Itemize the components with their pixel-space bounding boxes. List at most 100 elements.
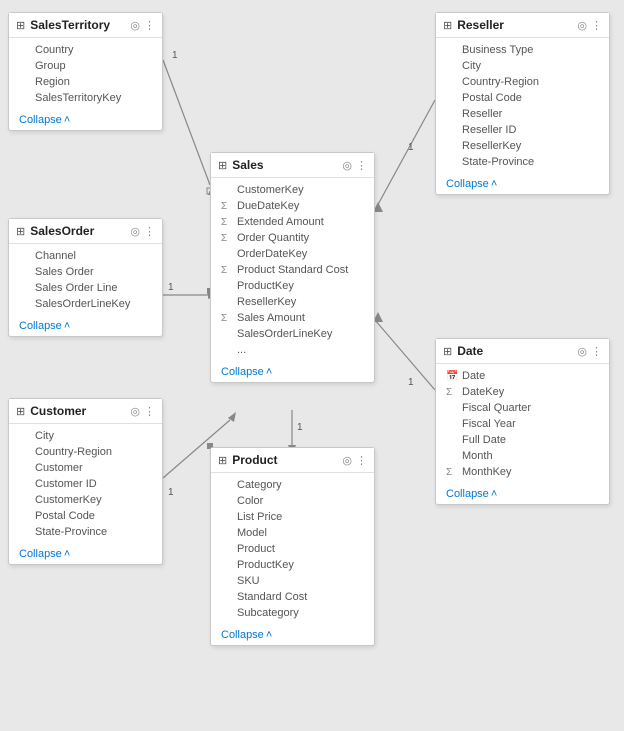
product-more-icon[interactable]: ⋮: [356, 454, 367, 467]
date-title: Date: [457, 344, 572, 358]
list-item: City: [436, 58, 609, 74]
list-item: Country-Region: [436, 74, 609, 90]
table-salesorder: ⊞ SalesOrder ◎ ⋮ Channel Sales Order Sal…: [8, 218, 163, 337]
list-item: SalesTerritoryKey: [9, 90, 162, 106]
sum-icon: Σ: [221, 313, 233, 324]
customer-header: ⊞ Customer ◎ ⋮: [9, 399, 162, 424]
list-item: Fiscal Quarter: [436, 400, 609, 416]
salesorder-body: Channel Sales Order Sales Order Line Sal…: [9, 244, 162, 316]
salesorder-more-icon[interactable]: ⋮: [144, 225, 155, 238]
list-item: List Price: [211, 509, 374, 525]
list-item: Channel: [9, 248, 162, 264]
salesterritory-collapse[interactable]: Collapse ˄: [9, 110, 162, 130]
list-item: ΣDateKey: [436, 384, 609, 400]
svg-text:1: 1: [297, 422, 303, 433]
list-item: ΣProduct Standard Cost: [211, 262, 374, 278]
list-item: Reseller ID: [436, 122, 609, 138]
list-item: 📅Date: [436, 368, 609, 384]
list-item: Model: [211, 525, 374, 541]
sum-icon: Σ: [221, 217, 233, 228]
table-icon-sales: ⊞: [218, 159, 227, 172]
sum-icon: Σ: [446, 467, 458, 478]
salesterritory-eye-icon[interactable]: ◎: [130, 19, 140, 32]
product-header: ⊞ Product ◎ ⋮: [211, 448, 374, 473]
list-item: City: [9, 428, 162, 444]
table-reseller: ⊞ Reseller ◎ ⋮ Business Type City Countr…: [435, 12, 610, 195]
svg-text:1: 1: [408, 377, 414, 388]
list-item: Full Date: [436, 432, 609, 448]
salesorder-collapse[interactable]: Collapse ˄: [9, 316, 162, 336]
list-item: Product: [211, 541, 374, 557]
customer-more-icon[interactable]: ⋮: [144, 405, 155, 418]
reseller-collapse[interactable]: Collapse ˄: [436, 174, 609, 194]
sales-title: Sales: [232, 158, 337, 172]
list-item: ΣOrder Quantity: [211, 230, 374, 246]
list-item: Group: [9, 58, 162, 74]
sum-icon: Σ: [221, 233, 233, 244]
list-item: ΣSales Amount: [211, 310, 374, 326]
list-item: Business Type: [436, 42, 609, 58]
table-customer: ⊞ Customer ◎ ⋮ City Country-Region Custo…: [8, 398, 163, 565]
list-item: Customer: [9, 460, 162, 476]
list-item: ΣExtended Amount: [211, 214, 374, 230]
salesterritory-body: Country Group Region SalesTerritoryKey: [9, 38, 162, 110]
list-item: State-Province: [436, 154, 609, 170]
date-more-icon[interactable]: ⋮: [591, 345, 602, 358]
list-item: Category: [211, 477, 374, 493]
reseller-header: ⊞ Reseller ◎ ⋮: [436, 13, 609, 38]
customer-collapse[interactable]: Collapse ˄: [9, 544, 162, 564]
table-product: ⊞ Product ◎ ⋮ Category Color List Price …: [210, 447, 375, 646]
salesorder-eye-icon[interactable]: ◎: [130, 225, 140, 238]
table-salesterritory: ⊞ SalesTerritory ◎ ⋮ Country Group Regio…: [8, 12, 163, 131]
svg-text:1: 1: [408, 142, 414, 153]
salesterritory-header: ⊞ SalesTerritory ◎ ⋮: [9, 13, 162, 38]
reseller-eye-icon[interactable]: ◎: [577, 19, 587, 32]
customer-eye-icon[interactable]: ◎: [130, 405, 140, 418]
table-date: ⊞ Date ◎ ⋮ 📅Date ΣDateKey Fiscal Quarter…: [435, 338, 610, 505]
list-item: Color: [211, 493, 374, 509]
sales-body: CustomerKey ΣDueDateKey ΣExtended Amount…: [211, 178, 374, 362]
list-item: State-Province: [9, 524, 162, 540]
product-body: Category Color List Price Model Product …: [211, 473, 374, 625]
customer-title: Customer: [30, 404, 125, 418]
sales-eye-icon[interactable]: ◎: [342, 159, 352, 172]
reseller-body: Business Type City Country-Region Postal…: [436, 38, 609, 174]
svg-text:1: 1: [168, 282, 174, 293]
list-item: ProductKey: [211, 278, 374, 294]
sales-header: ⊞ Sales ◎ ⋮: [211, 153, 374, 178]
list-item: Standard Cost: [211, 589, 374, 605]
list-item: Subcategory: [211, 605, 374, 621]
list-item: Country: [9, 42, 162, 58]
list-item: Fiscal Year: [436, 416, 609, 432]
list-item: Sales Order: [9, 264, 162, 280]
list-item: Postal Code: [436, 90, 609, 106]
table-icon-product: ⊞: [218, 454, 227, 467]
list-item: Region: [9, 74, 162, 90]
sales-more-icon[interactable]: ⋮: [356, 159, 367, 172]
list-item: ProductKey: [211, 557, 374, 573]
date-collapse[interactable]: Collapse ˄: [436, 484, 609, 504]
list-item: SalesOrderLineKey: [211, 326, 374, 342]
product-title: Product: [232, 453, 337, 467]
list-item: Month: [436, 448, 609, 464]
product-collapse[interactable]: Collapse ˄: [211, 625, 374, 645]
table-icon-customer: ⊞: [16, 405, 25, 418]
list-item: OrderDateKey: [211, 246, 374, 262]
svg-text:1: 1: [172, 50, 178, 61]
list-item: ResellerKey: [211, 294, 374, 310]
salesterritory-more-icon[interactable]: ⋮: [144, 19, 155, 32]
list-item: CustomerKey: [211, 182, 374, 198]
customer-body: City Country-Region Customer Customer ID…: [9, 424, 162, 544]
product-eye-icon[interactable]: ◎: [342, 454, 352, 467]
list-item: Reseller: [436, 106, 609, 122]
date-header: ⊞ Date ◎ ⋮: [436, 339, 609, 364]
sum-icon: Σ: [446, 387, 458, 398]
salesorder-title: SalesOrder: [30, 224, 125, 238]
list-item: Country-Region: [9, 444, 162, 460]
sales-collapse[interactable]: Collapse ˄: [211, 362, 374, 382]
list-item: Postal Code: [9, 508, 162, 524]
list-item: Sales Order Line: [9, 280, 162, 296]
reseller-title: Reseller: [457, 18, 572, 32]
date-eye-icon[interactable]: ◎: [577, 345, 587, 358]
reseller-more-icon[interactable]: ⋮: [591, 19, 602, 32]
